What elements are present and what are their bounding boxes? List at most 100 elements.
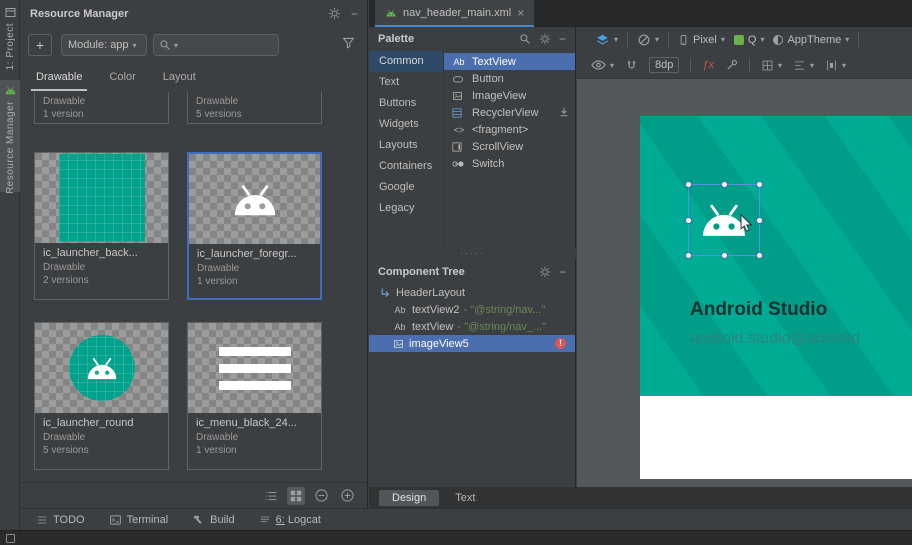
panel-splitter[interactable]: ····· [369, 248, 576, 258]
tab-layout[interactable]: Layout [163, 64, 196, 92]
device-screen-preview[interactable]: Android Studio android.studio@android [640, 116, 912, 479]
chevron-down-icon: ▾ [810, 61, 814, 70]
component-scrollview[interactable]: ScrollView [444, 138, 575, 155]
preview-subtitle-textview[interactable]: android.studio@android [690, 330, 860, 348]
toolwindow-button-project[interactable]: 1: Project [0, 2, 20, 76]
component-switch[interactable]: Switch [444, 155, 575, 172]
android-file-icon [385, 8, 397, 18]
api-select[interactable]: Q ▾ [734, 34, 765, 46]
toolwindow-button-terminal[interactable]: Terminal [109, 514, 169, 526]
category-legacy[interactable]: Legacy [369, 198, 443, 219]
gear-icon[interactable] [539, 33, 551, 45]
clear-constraints-button[interactable]: ƒx [702, 59, 714, 71]
category-common[interactable]: Common [369, 51, 443, 72]
tree-item-imageview5[interactable]: imageView5 ! [369, 335, 575, 352]
resize-handle[interactable] [685, 217, 692, 224]
drawable-card-ic-launcher-round[interactable]: ic_launcher_round Drawable 5 versions [34, 322, 169, 470]
tab-text-mode[interactable]: Text [442, 490, 488, 506]
design-surface-select[interactable]: ▾ [595, 33, 618, 47]
resize-handle[interactable] [685, 181, 692, 188]
toolwindow-button-resource-manager[interactable]: Resource Manager [0, 80, 20, 192]
minimize-icon[interactable]: − [351, 7, 358, 21]
theme-select[interactable]: AppTheme ▾ [773, 34, 849, 46]
gear-icon[interactable] [328, 7, 341, 20]
drawable-card-ic-menu-black[interactable]: ic_menu_black_24... Drawable 1 version [187, 322, 322, 470]
add-resource-button[interactable]: + [28, 34, 52, 56]
card-versions: 5 versions [43, 444, 160, 457]
filter-icon[interactable] [342, 36, 355, 49]
theme-icon [773, 35, 783, 45]
palette-categories: Common Text Buttons Widgets Layouts Cont… [369, 51, 444, 248]
zoom-out-icon[interactable] [312, 486, 331, 505]
nav-header-preview[interactable]: Android Studio android.studio@android [640, 116, 912, 396]
resize-handle[interactable] [756, 181, 763, 188]
category-widgets[interactable]: Widgets [369, 114, 443, 135]
resize-handle[interactable] [721, 181, 728, 188]
drawable-thumbnail [189, 154, 320, 244]
component-fragment[interactable]: <> <fragment> [444, 121, 575, 138]
minimize-icon[interactable]: − [559, 32, 566, 46]
tab-color[interactable]: Color [109, 64, 135, 92]
textview-icon: Ab [392, 305, 408, 315]
category-text[interactable]: Text [369, 72, 443, 93]
design-canvas[interactable]: Android Studio android.studio@android [577, 78, 912, 487]
autoconnect-toggle[interactable] [625, 59, 638, 72]
layers-icon [595, 33, 610, 47]
category-google[interactable]: Google [369, 177, 443, 198]
module-select[interactable]: Module: app ▾ [61, 34, 147, 56]
drawable-card-ic-launcher-background[interactable]: ic_launcher_back... Drawable 2 versions [34, 152, 169, 300]
tree-item-headerlayout[interactable]: HeaderLayout [369, 284, 575, 301]
category-containers[interactable]: Containers [369, 156, 443, 177]
card-name: ic_menu_black_24... [196, 416, 313, 431]
gear-icon[interactable] [539, 266, 551, 278]
toolwindow-button-todo[interactable]: TODO [36, 514, 85, 526]
device-select[interactable]: Pixel ▾ [678, 33, 725, 47]
guidelines-select[interactable]: ▾ [761, 59, 782, 72]
category-buttons[interactable]: Buttons [369, 93, 443, 114]
component-recyclerview[interactable]: RecyclerView [444, 104, 575, 121]
pack-select[interactable]: ▾ [825, 59, 846, 72]
component-imageview[interactable]: ImageView [444, 87, 575, 104]
resize-handle[interactable] [756, 252, 763, 259]
search-icon[interactable] [519, 33, 531, 45]
component-button[interactable]: Button [444, 70, 575, 87]
resize-handle[interactable] [756, 217, 763, 224]
infer-constraints-button[interactable] [725, 59, 738, 72]
component-textview[interactable]: Ab TextView [444, 53, 575, 70]
tab-drawable[interactable]: Drawable [36, 64, 82, 92]
tab-design-mode[interactable]: Design [379, 490, 439, 506]
drawable-card-partial[interactable]: Drawable 1 version [34, 92, 169, 124]
zoom-in-icon[interactable] [338, 486, 357, 505]
chevron-down-icon: ▾ [845, 35, 849, 44]
panel-title: Resource Manager [30, 8, 128, 20]
orientation-select[interactable]: ▾ [637, 33, 659, 47]
grid-helpers-icon [761, 59, 774, 72]
tree-item-textview[interactable]: Ab textView - "@string/nav_..." [369, 318, 575, 335]
minimize-icon[interactable]: − [559, 265, 566, 279]
card-versions: 1 version [197, 275, 312, 288]
launcher-background-preview [59, 154, 145, 242]
drawable-card-partial[interactable]: Drawable 5 versions [187, 92, 322, 124]
preview-title-textview[interactable]: Android Studio [690, 299, 827, 321]
grid-view-icon[interactable] [287, 487, 305, 505]
toolwindow-button-logcat[interactable]: 6: Logcat [259, 514, 321, 526]
align-select[interactable]: ▾ [793, 59, 814, 72]
chevron-down-icon: ▾ [842, 61, 846, 70]
drawable-card-ic-launcher-foreground[interactable]: ic_launcher_foregr... Drawable 1 version [187, 152, 322, 300]
download-icon[interactable] [558, 106, 570, 118]
category-layouts[interactable]: Layouts [369, 135, 443, 156]
palette-header: Palette − [369, 27, 575, 51]
toolwindow-button-build[interactable]: Build [192, 513, 234, 526]
search-input[interactable]: ▾ [153, 34, 279, 56]
card-name: ic_launcher_foregr... [197, 247, 312, 262]
editor-tab-nav-header-main[interactable]: nav_header_main.xml × [375, 0, 534, 27]
resize-handle[interactable] [721, 252, 728, 259]
editor-area: nav_header_main.xml × Palette − Common [369, 0, 912, 508]
tree-item-textview2[interactable]: Ab textView2 - "@string/nav..." [369, 301, 575, 318]
toolwindow-toggle-icon[interactable] [6, 534, 15, 543]
resize-handle[interactable] [685, 252, 692, 259]
view-options-select[interactable]: ▾ [591, 59, 614, 71]
default-margin-field[interactable]: 8dp [649, 57, 679, 73]
list-view-icon[interactable] [262, 487, 280, 505]
close-icon[interactable]: × [517, 6, 524, 20]
